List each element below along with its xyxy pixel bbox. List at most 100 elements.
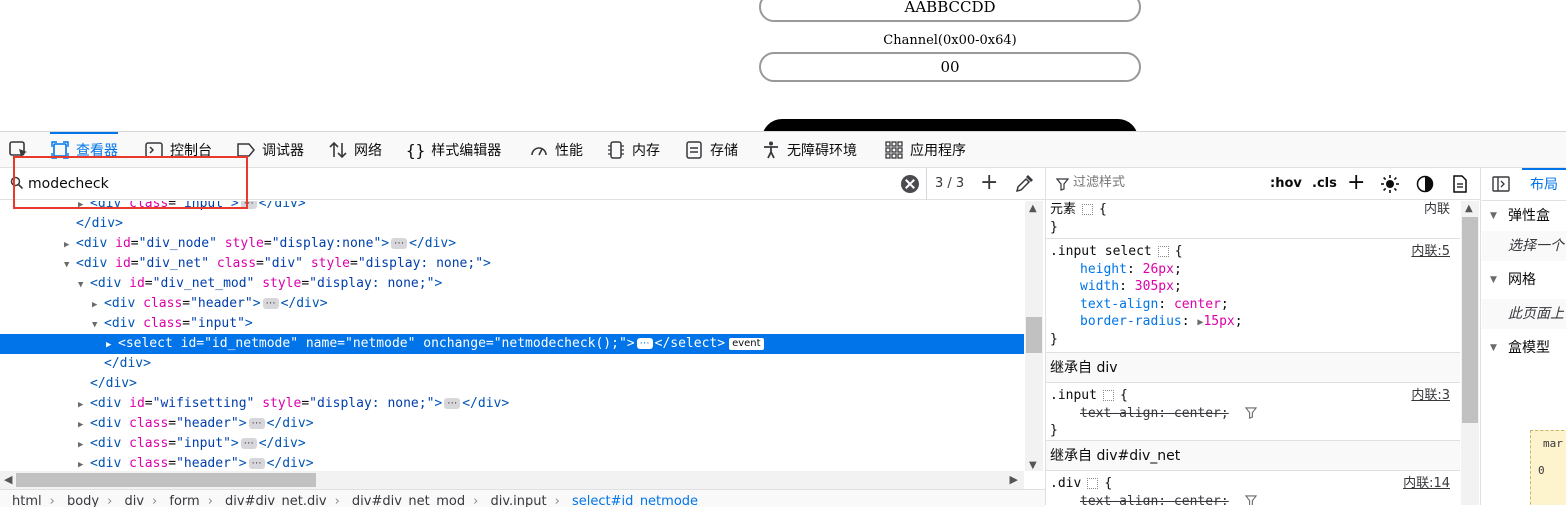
flexbox-hint: 选择一个	[1482, 231, 1566, 261]
breadcrumb-item[interactable]: div	[124, 494, 144, 507]
inspector-icon	[51, 141, 69, 159]
tree-node[interactable]: ▶ <div id="div_node" style="display:none"…	[0, 234, 1024, 254]
tree-node[interactable]: ▶ <div class="header"> ⋯ </div>	[0, 414, 1024, 434]
tree-node[interactable]: ▶ <div id="wifisetting" style="display: n…	[0, 394, 1024, 414]
tree-node[interactable]: ▼ <div class="input">	[0, 314, 1024, 334]
rule-source-link[interactable]: 内联:5	[1411, 243, 1450, 261]
grid-section-header[interactable]: 网格	[1482, 265, 1566, 295]
tree-node[interactable]: ▶ <div class="input"> ⋯ </div>	[0, 201, 1024, 214]
tab-accessibility[interactable]: 无障碍环境	[761, 132, 857, 168]
tab-layout[interactable]: 布局	[1522, 168, 1566, 200]
clear-search-icon[interactable]	[901, 175, 919, 193]
breadcrumb-item[interactable]: div#div_net_mod	[352, 494, 465, 507]
box-margin-value: 0	[1538, 464, 1545, 477]
declaration[interactable]: border-radius: ▶15px;	[1050, 313, 1456, 331]
hov-toggle[interactable]: :hov	[1270, 168, 1302, 200]
storage-icon	[686, 141, 702, 159]
tree-node[interactable]: ▶ <div class="header"> ⋯ </div>	[0, 454, 1024, 471]
breadcrumb-item[interactable]: body	[67, 494, 99, 507]
breadcrumb-item-selected[interactable]: select#id_netmode	[572, 494, 698, 507]
tree-node[interactable]: </div>	[0, 374, 1024, 394]
declaration[interactable]: width: 305px;	[1050, 278, 1456, 296]
tree-node[interactable]: </div>	[0, 214, 1024, 234]
markup-vertical-scrollbar[interactable]: ▲ ▼	[1025, 201, 1043, 471]
css-rule: .div{内联:14 text-align: center;	[1046, 473, 1460, 505]
scrollbar-thumb[interactable]	[1026, 317, 1042, 353]
channel-field[interactable]: 00	[759, 52, 1141, 82]
tab-console[interactable]: 控制台	[144, 132, 212, 168]
tree-node[interactable]: ▶ <div class="input"> ⋯ </div>	[0, 434, 1024, 454]
scroll-left-icon[interactable]: ◀	[4, 473, 12, 486]
element-picker-icon[interactable]	[8, 140, 30, 160]
light-theme-icon[interactable]	[1380, 174, 1400, 194]
breadcrumb-item[interactable]: div#div_net.div	[225, 494, 327, 507]
filter-icon	[1056, 178, 1069, 191]
tab-style-editor[interactable]: {} 样式编辑器	[406, 132, 501, 168]
tab-memory[interactable]: 内存	[606, 132, 660, 168]
declaration[interactable]: height: 26px;	[1050, 261, 1456, 279]
markup-search-input[interactable]	[28, 173, 628, 195]
box-model-diagram: mar	[1530, 430, 1566, 505]
tab-inspector[interactable]: 查看器	[50, 132, 118, 168]
eyedropper-icon[interactable]	[1014, 174, 1034, 194]
rules-scrollbar[interactable]: ▲	[1461, 201, 1479, 505]
tab-network[interactable]: 网络	[328, 132, 382, 168]
debugger-icon	[237, 143, 255, 157]
channel-label: Channel(0x00-0x64)	[883, 33, 1017, 48]
add-rule-icon[interactable]: +	[1347, 168, 1365, 200]
markup-horizontal-scrollbar[interactable]: ◀ ▶	[0, 471, 1024, 489]
scroll-down-icon[interactable]: ▼	[1029, 460, 1037, 471]
css-rule: .input{内联:3 text-align: center; }	[1046, 385, 1460, 441]
filter-icon[interactable]	[1244, 407, 1257, 419]
scroll-right-icon[interactable]: ▶	[1010, 473, 1018, 486]
filter-styles-input[interactable]	[1073, 175, 1233, 190]
style-editor-icon: {}	[406, 140, 426, 160]
tab-storage[interactable]: 存储	[684, 132, 738, 168]
css-rule: .input select{内联:5 height: 26px; width: …	[1046, 241, 1460, 353]
tree-node[interactable]: ▼ <div id="div_net" class="div" style="di…	[0, 254, 1024, 274]
tree-node-selected[interactable]: ▶ <select id="id_netmode" name="netmode" …	[0, 334, 1024, 354]
box-model-section-header[interactable]: 盒模型	[1482, 333, 1566, 363]
scroll-up-icon[interactable]: ▲	[1029, 203, 1037, 214]
declaration[interactable]: text-align: center;	[1050, 296, 1456, 314]
box-margin-label: mar	[1543, 437, 1563, 450]
tab-debugger[interactable]: 调试器	[236, 132, 304, 168]
flexbox-section-header[interactable]: 弹性盒	[1482, 201, 1566, 231]
devtools-toolbar: 查看器 控制台 调试器 网络 {} 样式编辑器 性能 内存 存储 无障碍环境 应…	[0, 132, 1566, 168]
scrollbar-thumb[interactable]	[16, 473, 316, 487]
accessibility-icon	[764, 141, 778, 159]
declaration[interactable]: text-align: center;	[1050, 493, 1456, 505]
submit-button[interactable]	[762, 119, 1138, 131]
tree-node[interactable]: </div>	[0, 354, 1024, 374]
tab-label: 样式编辑器	[431, 143, 502, 159]
performance-icon	[531, 147, 547, 156]
scroll-up-icon[interactable]: ▲	[1465, 203, 1473, 214]
tree-node[interactable]: ▼ <div id="div_net_mod" style="display: n…	[0, 274, 1024, 294]
toggle-sidebar-icon[interactable]	[1492, 176, 1510, 192]
add-node-icon[interactable]: +	[980, 172, 998, 194]
rule-selector[interactable]: .div	[1050, 476, 1081, 491]
event-badge[interactable]: event	[729, 337, 764, 350]
cls-toggle[interactable]: .cls	[1312, 168, 1337, 200]
breadcrumb: html › body › div › form › div#div_net.div › …	[0, 489, 1045, 507]
print-media-icon[interactable]	[1452, 175, 1468, 193]
markup-tree: ▶ <div class="input"> ⋯ </div> </div> ▶ <div…	[0, 201, 1024, 471]
breadcrumb-item[interactable]: div.input	[490, 494, 546, 507]
console-icon	[145, 142, 163, 158]
markup-panel: 3 / 3 + ▶<div class="input">⋯</div> </di…	[0, 168, 1046, 507]
declaration[interactable]: text-align: center;	[1050, 405, 1456, 423]
dark-theme-icon[interactable]	[1416, 175, 1434, 193]
rule-source[interactable]: 内联	[1424, 201, 1450, 219]
rule-selector: 元素	[1050, 202, 1077, 217]
rule-source-link[interactable]: 内联:3	[1411, 387, 1450, 405]
breadcrumb-item[interactable]: html	[12, 494, 42, 507]
id-field[interactable]: AABBCCDD	[759, 0, 1141, 22]
scrollbar-thumb[interactable]	[1462, 217, 1478, 423]
rule-selector[interactable]: .input select	[1050, 244, 1152, 259]
tab-application[interactable]: 应用程序	[884, 132, 966, 168]
tree-node[interactable]: ▶ <div class="header"> ⋯ </div>	[0, 294, 1024, 314]
rule-source-link[interactable]: 内联:14	[1403, 475, 1450, 493]
tab-performance[interactable]: 性能	[529, 132, 583, 168]
rule-selector[interactable]: .input	[1050, 388, 1097, 403]
breadcrumb-item[interactable]: form	[169, 494, 199, 507]
